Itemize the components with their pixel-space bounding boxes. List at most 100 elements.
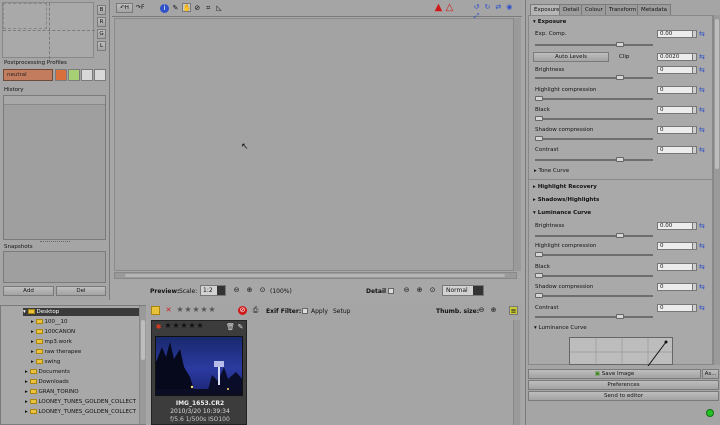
filmstrip-icon[interactable]: ≡ (509, 306, 518, 315)
highlight-comp-slider[interactable] (535, 96, 653, 101)
slider-knob[interactable] (535, 136, 543, 141)
rotate-left-icon[interactable]: ↺ (472, 3, 481, 12)
slider-knob[interactable] (535, 273, 543, 278)
contrast-spinner[interactable] (692, 146, 697, 154)
channel-button-r[interactable]: R (97, 17, 106, 27)
lum-shadow-spinner[interactable] (692, 283, 697, 291)
slider-knob[interactable] (535, 96, 543, 101)
tree-item[interactable]: ▾ Desktop (23, 308, 139, 316)
thumb-rating-stars[interactable]: ★★★★★ (164, 321, 204, 330)
lum-highlight-reset-icon[interactable]: ⇆ (699, 242, 709, 250)
brightness-spinner[interactable] (692, 66, 697, 74)
brightness-slider[interactable] (535, 75, 653, 80)
clip-highlight-warning-icon[interactable]: △ (445, 3, 454, 13)
clip-input[interactable]: 0.0020 (657, 53, 693, 61)
channel-button-g[interactable]: G (97, 29, 106, 39)
brightness-reset-icon[interactable]: ⇆ (699, 66, 709, 74)
tree-item[interactable]: ▸ Downloads (25, 378, 69, 386)
tree-item[interactable]: ▸ 100__10 (31, 318, 68, 326)
slider-knob[interactable] (535, 116, 543, 121)
lum-brightness-input[interactable]: 0.00 (657, 222, 693, 230)
shadow-comp-spinner[interactable] (692, 126, 697, 134)
thumb-edit-icon[interactable]: ✎ (236, 323, 245, 332)
channel-button-b[interactable]: B (97, 5, 106, 15)
shadow-comp-slider[interactable] (535, 136, 653, 141)
eyedropper-icon[interactable]: ✎ (171, 4, 180, 13)
snapshot-del-button[interactable]: Del (56, 286, 106, 296)
black-slider[interactable] (535, 116, 653, 121)
auto-levels-button[interactable]: Auto Levels (533, 52, 609, 62)
exp-comp-input[interactable]: 0.00 (657, 30, 693, 38)
before-after-button[interactable]: ↶H (116, 3, 133, 13)
brightness-input[interactable]: 0 (657, 66, 693, 74)
horizontal-scrollbar[interactable] (114, 272, 517, 279)
tree-item[interactable]: ▸ swing (31, 358, 60, 366)
lum-black-reset-icon[interactable]: ⇆ (699, 263, 709, 271)
luminance-curve-header[interactable]: ▾ Luminance Curve (533, 210, 591, 216)
history-list[interactable] (3, 95, 106, 240)
contrast-slider[interactable] (535, 157, 653, 162)
exp-comp-spinner[interactable] (692, 30, 697, 38)
shadow-comp-reset-icon[interactable]: ⇆ (699, 126, 709, 134)
lum-contrast-reset-icon[interactable]: ⇆ (699, 304, 709, 312)
profile-paste-button[interactable] (94, 69, 106, 81)
exp-comp-slider[interactable] (535, 42, 653, 47)
trash-filter-icon[interactable]: ⊘ (238, 306, 247, 315)
eye-icon[interactable]: ◉ (505, 3, 514, 12)
tab-metadata[interactable]: Metadata (637, 4, 672, 15)
lum-brightness-reset-icon[interactable]: ⇆ (699, 222, 709, 230)
lum-shadow-reset-icon[interactable]: ⇆ (699, 283, 709, 291)
detail-zoom-fit-icon[interactable]: ⊙ (428, 286, 437, 295)
shadows-highlights-header[interactable]: ▸ Shadows/Highlights (533, 197, 599, 203)
lum-black-input[interactable]: 0 (657, 263, 693, 271)
highlight-comp-reset-icon[interactable]: ⇆ (699, 86, 709, 94)
lum-contrast-input[interactable]: 0 (657, 304, 693, 312)
tree-item[interactable]: ▸ Documents (25, 368, 70, 376)
lum-black-slider[interactable] (535, 273, 653, 278)
highlight-comp-spinner[interactable] (692, 86, 697, 94)
folder-filter-icon[interactable] (151, 306, 160, 315)
tone-curve-expander[interactable]: ▸ Tone Curve (534, 168, 569, 174)
browser-scrollbar[interactable] (513, 320, 520, 425)
lum-brightness-slider[interactable] (535, 233, 653, 238)
tab-detail[interactable]: Detail (559, 4, 584, 15)
flip-icon[interactable]: ⇄ (494, 3, 503, 12)
zoom-fit-icon[interactable]: ⊙ (258, 286, 267, 295)
apply-checkbox[interactable] (302, 308, 308, 314)
tree-item[interactable]: ▸ LOONEY_TUNES_GOLDEN_COLLECT (25, 408, 136, 416)
highlight-comp-input[interactable]: 0 (657, 86, 693, 94)
image-preview-area[interactable] (114, 18, 517, 271)
detail-zoom-in-icon[interactable]: ⊕ (415, 286, 424, 295)
white-balance-icon[interactable]: ⊘ (193, 4, 202, 13)
tab-transform[interactable]: Transform (605, 4, 641, 15)
lum-curve-editor[interactable] (569, 337, 674, 367)
black-spinner[interactable] (692, 106, 697, 114)
thumb-trash-icon[interactable]: 🗑 (226, 323, 235, 332)
splitter-handle[interactable] (40, 241, 70, 243)
tab-colour[interactable]: Colour (581, 4, 607, 15)
lum-shadow-input[interactable]: 0 (657, 283, 693, 291)
rating-filter-stars[interactable]: ★★★★★ (176, 305, 216, 314)
snapshots-list[interactable] (3, 251, 106, 283)
highlight-recovery-header[interactable]: ▸ Highlight Recovery (533, 184, 597, 190)
lum-highlight-slider[interactable] (535, 252, 653, 257)
tree-item[interactable]: ▸ LOONEY_TUNES_GOLDEN_COLLECT (25, 398, 136, 406)
mode-select[interactable]: Normal (442, 285, 484, 296)
profile-open-button[interactable] (55, 69, 67, 81)
tree-item[interactable]: ▸ 100CANON (31, 328, 75, 336)
slider-knob[interactable] (616, 42, 624, 47)
slider-knob[interactable] (616, 157, 624, 162)
lum-black-spinner[interactable] (692, 263, 697, 271)
rotate-right-icon[interactable]: ↻ (483, 3, 492, 12)
crop-icon[interactable]: ⌗ (204, 4, 213, 13)
snapshot-add-button[interactable]: Add (3, 286, 54, 296)
exposure-header[interactable]: ▾ Exposure (533, 19, 566, 25)
lum-contrast-spinner[interactable] (692, 304, 697, 312)
save-as-button[interactable]: As... (702, 369, 719, 379)
shadow-comp-input[interactable]: 0 (657, 126, 693, 134)
profile-select[interactable]: neutral (3, 69, 53, 81)
edited-filter-icon[interactable]: ⎙ (251, 306, 260, 315)
lum-curve-expander[interactable]: ▾ Luminance Curve (534, 325, 587, 331)
lum-highlight-input[interactable]: 0 (657, 242, 693, 250)
thumb-unrated-icon[interactable]: ✱ (154, 323, 163, 332)
